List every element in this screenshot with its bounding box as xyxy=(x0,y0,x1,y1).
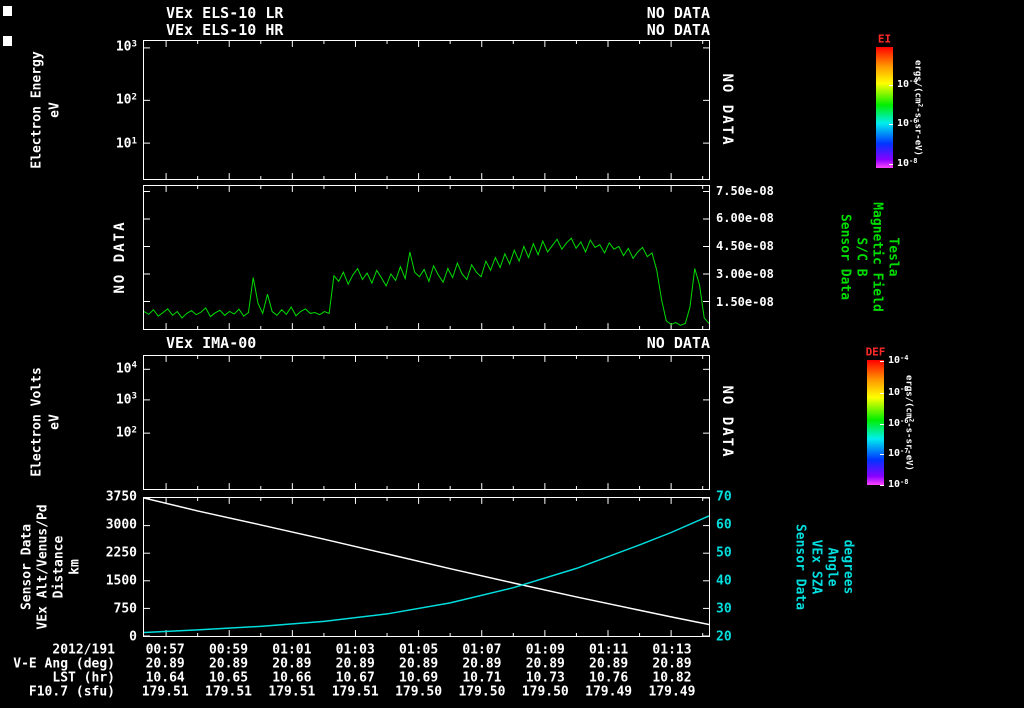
table-row-label: F10.7 (sfu) xyxy=(28,684,115,700)
panel3-ytick: 103 xyxy=(115,391,137,407)
ei-colorbar-tickmark xyxy=(889,84,893,86)
table-value: 20.89 xyxy=(272,656,312,672)
date-label: 2012/191 xyxy=(52,642,115,658)
table-value: 10.64 xyxy=(145,670,185,686)
panel1-yunit: eV xyxy=(47,102,63,118)
def-colorbar-title: DEF xyxy=(865,345,886,359)
panel4-right-label: VEx SZA xyxy=(808,539,824,595)
xtick-label: 01:05 xyxy=(399,642,439,658)
ei-colorbar-tickmark xyxy=(889,124,893,126)
table-value: 179.51 xyxy=(268,684,316,700)
xtick-label: 01:09 xyxy=(525,642,565,658)
table-value: 10.82 xyxy=(652,670,692,686)
xtick-label: 01:01 xyxy=(272,642,312,658)
panel2-ytick: 1.50e-08 xyxy=(716,295,774,310)
table-value: 10.73 xyxy=(525,670,565,686)
table-value: 20.89 xyxy=(462,656,502,672)
panel2-no-data: NO DATA xyxy=(112,220,128,294)
table-value: 179.50 xyxy=(395,684,443,700)
table-value: 179.51 xyxy=(205,684,252,700)
table-value: 20.89 xyxy=(652,656,692,672)
table-value: 179.49 xyxy=(648,684,696,700)
def-colorbar-tickmark xyxy=(880,485,884,486)
panel4-left-label: VEx Alt/Venus/Pd xyxy=(35,504,51,630)
panel1-ytick: 103 xyxy=(115,39,137,55)
panel4-ytick-right: 30 xyxy=(716,601,732,617)
table-value: 179.50 xyxy=(458,684,506,700)
panel4-ytick-left: 750 xyxy=(113,601,137,617)
xtick-label: 01:11 xyxy=(589,642,629,658)
def-colorbar-tickmark xyxy=(880,423,884,425)
labels-overlay: 103 102 101 104 103 102 7.50e-08 6.00e-08 4.50e-… xyxy=(0,0,1024,708)
xtick-label: 01:03 xyxy=(335,642,375,658)
ei-colorbar-title: EI xyxy=(877,32,892,46)
panel2-ytick: 6.00e-08 xyxy=(716,211,774,226)
panel3-no-data: NO DATA xyxy=(719,385,735,459)
panel2-ytick: 7.50e-08 xyxy=(716,183,774,198)
xtick-label: 01:13 xyxy=(652,642,692,658)
table-value: 20.89 xyxy=(525,656,565,672)
table-value: 20.89 xyxy=(399,656,439,672)
panel4-right-label: Angle xyxy=(824,547,840,587)
table-value: 10.69 xyxy=(399,670,439,686)
panel3-ytick: 102 xyxy=(115,425,137,441)
xtick-label: 00:59 xyxy=(208,642,249,658)
panel4-right-label: Sensor Data xyxy=(792,523,808,611)
table-value: 179.49 xyxy=(585,684,633,700)
xtick-label: 01:07 xyxy=(462,642,502,658)
panel4-right-label: degrees xyxy=(840,539,856,595)
table-row-label: LST (hr) xyxy=(52,670,115,686)
def-colorbar-tickmark xyxy=(880,454,884,456)
ei-colorbar-unit: ergs/(cm2-s-sr-eV) xyxy=(912,59,924,156)
panel1-ytick: 101 xyxy=(115,135,137,152)
table-value: 10.76 xyxy=(589,670,629,686)
def-colorbar-tick: 10-8 xyxy=(888,477,909,490)
table-value: 179.51 xyxy=(141,684,189,700)
table-value: 20.89 xyxy=(208,656,249,672)
panel4-ytick-left: 1500 xyxy=(105,573,137,589)
table-value: 179.50 xyxy=(521,684,569,700)
def-colorbar-tickmark xyxy=(880,361,884,363)
panel4-ytick-right: 20 xyxy=(716,629,732,645)
panel1-ytick: 102 xyxy=(115,92,137,108)
panel3-yunit: eV xyxy=(47,414,63,430)
panel2-ytick: 4.50e-08 xyxy=(716,239,774,254)
panel1-ylabel: Electron Energy xyxy=(29,51,45,169)
table-value: 20.89 xyxy=(335,656,375,672)
panel2-right-label: Magnetic Field xyxy=(869,202,885,312)
panel4-ytick-left: 3750 xyxy=(105,489,137,505)
panel2-right-label: Sensor Data xyxy=(837,213,853,301)
panel3-ylabel: Electron Volts xyxy=(29,367,45,477)
panel4-ytick-left: 0 xyxy=(129,629,137,645)
ei-colorbar-tick: 10-8 xyxy=(897,157,918,170)
panel2-right-label: Tesla xyxy=(885,237,901,277)
panel4-ytick-right: 40 xyxy=(716,573,732,589)
panel4-ytick-right: 70 xyxy=(716,489,732,505)
panel4-left-label: Distance xyxy=(51,535,67,599)
def-colorbar-tickmark xyxy=(880,392,884,394)
panel1-no-data: NO DATA xyxy=(719,73,735,147)
panel2-right-label: S/C B xyxy=(853,237,869,277)
def-colorbar-tick: 10-4 xyxy=(888,354,909,367)
table-value: 10.67 xyxy=(335,670,375,686)
panel4-left-label: Sensor Data xyxy=(19,523,35,611)
panel2-ytick: 3.00e-08 xyxy=(716,267,774,282)
table-value: 10.65 xyxy=(208,670,249,686)
panel4-left-label: km xyxy=(67,559,83,575)
xtick-label: 00:57 xyxy=(145,642,185,658)
ei-colorbar-tickmark xyxy=(889,164,893,166)
table-value: 179.51 xyxy=(331,684,379,700)
panel4-ytick-right: 60 xyxy=(716,517,732,533)
panel4-ytick-left: 3000 xyxy=(105,517,137,533)
table-value: 10.66 xyxy=(272,670,312,686)
vex-summary-plot: VEx ELS-10 LR NO DATA VEx ELS-10 HR NO D… xyxy=(0,0,1024,708)
table-value: 20.89 xyxy=(589,656,629,672)
table-value: 20.89 xyxy=(145,656,185,672)
panel3-ytick: 104 xyxy=(115,360,137,376)
table-row-label: V-E Ang (deg) xyxy=(13,656,115,672)
table-value: 10.71 xyxy=(462,670,502,686)
panel4-ytick-left: 2250 xyxy=(105,545,137,561)
panel4-ytick-right: 50 xyxy=(716,545,732,561)
def-colorbar-unit: ergs/(cm2-s-sr-eV) xyxy=(903,374,915,471)
